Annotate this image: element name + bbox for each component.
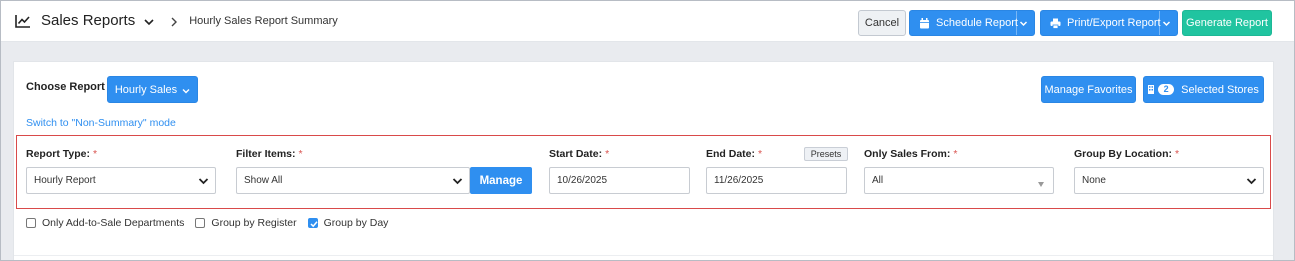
switch-mode-link[interactable]: Switch to "Non-Summary" mode (26, 117, 176, 129)
required-mark: * (298, 148, 303, 160)
group-by-location-label: Group By Location: * (1074, 148, 1180, 160)
page-title[interactable]: Sales Reports (41, 12, 135, 29)
chevron-down-icon[interactable] (143, 15, 155, 27)
start-date-label: Start Date: * (549, 148, 610, 160)
checkbox[interactable] (26, 218, 36, 228)
choose-report-label: Choose Report (26, 81, 105, 93)
required-mark: * (1175, 148, 1180, 160)
required-mark: * (605, 148, 610, 160)
split-divider (1016, 11, 1017, 35)
option-label: Group by Day (323, 217, 389, 229)
report-options: Only Add-to-Sale Departments Group by Re… (26, 217, 399, 229)
filter-items-value: Show All (244, 175, 283, 186)
top-header: Sales Reports Hourly Sales Report Summar… (1, 1, 1294, 42)
option-label: Only Add-to-Sale Departments (42, 217, 185, 229)
report-type-label: Report Type: * (26, 148, 98, 160)
checkbox-checked[interactable] (307, 218, 318, 228)
schedule-report-button[interactable]: Schedule Report (909, 10, 1035, 36)
chevron-down-icon[interactable] (1019, 19, 1028, 28)
option-group-by-day[interactable]: Group by Day (307, 217, 389, 229)
schedule-report-label: Schedule Report (936, 17, 1018, 29)
only-sales-from-label: Only Sales From: * (864, 148, 958, 160)
only-sales-from-select[interactable]: All (864, 167, 1054, 194)
breadcrumb: Hourly Sales Report Summary (189, 14, 338, 27)
required-mark: * (953, 148, 958, 160)
report-type-value: Hourly Report (34, 175, 96, 186)
manage-filter-button[interactable]: Manage (470, 167, 532, 194)
line-chart-icon (15, 14, 31, 28)
triangle-down-icon (1038, 179, 1044, 187)
report-selector-label: Hourly Sales (114, 83, 178, 96)
chevron-down-icon (198, 176, 209, 186)
group-by-location-select[interactable]: None (1074, 167, 1264, 194)
chevron-down-icon (1246, 176, 1257, 186)
report-settings-card: Choose Report Hourly Sales Switch to "No… (13, 61, 1274, 261)
store-icon (1148, 85, 1155, 94)
end-date-value: 11/26/2025 (714, 175, 764, 186)
print-export-button[interactable]: Print/Export Report (1040, 10, 1178, 36)
group-by-location-value: None (1082, 175, 1106, 186)
chevron-down-icon (182, 86, 190, 94)
manage-favorites-button[interactable]: Manage Favorites (1041, 76, 1136, 103)
calendar-icon (919, 17, 930, 29)
start-date-input[interactable]: 10/26/2025 (549, 167, 690, 194)
print-export-label: Print/Export Report (1067, 17, 1161, 29)
option-label: Group by Register (211, 217, 297, 229)
header-title-group: Sales Reports Hourly Sales Report Summar… (15, 12, 338, 29)
check-icon (310, 221, 318, 228)
option-group-by-register[interactable]: Group by Register (195, 217, 297, 229)
end-date-label: End Date: * (706, 148, 763, 160)
split-divider (1159, 11, 1160, 35)
chevron-down-icon[interactable] (1162, 19, 1171, 28)
only-sales-from-value: All (872, 175, 884, 186)
cancel-button[interactable]: Cancel (858, 10, 906, 36)
filter-items-select[interactable]: Show All (236, 167, 470, 194)
filter-items-label: Filter Items: * (236, 148, 303, 160)
generate-report-button[interactable]: Generate Report (1182, 10, 1272, 36)
date-presets-button[interactable]: Presets (804, 147, 848, 161)
option-add-to-sale-departments[interactable]: Only Add-to-Sale Departments (26, 217, 184, 229)
required-mark: * (92, 148, 98, 160)
chevron-down-icon (452, 176, 463, 186)
start-date-value: 10/26/2025 (557, 175, 608, 186)
chevron-right-icon (169, 15, 179, 27)
checkbox[interactable] (195, 218, 206, 228)
filters-panel: Report Type: * Hourly Report Filter Items… (16, 135, 1271, 209)
end-date-input[interactable]: 11/26/2025 (706, 167, 847, 194)
printer-icon (1050, 18, 1061, 29)
card-divider (14, 255, 1273, 256)
report-selector-button[interactable]: Hourly Sales (107, 76, 198, 103)
selected-stores-label: Selected Stores (1181, 83, 1259, 96)
required-mark: * (758, 148, 763, 160)
selected-stores-button[interactable]: 2 Selected Stores (1143, 76, 1264, 103)
selected-stores-count-badge: 2 (1158, 84, 1175, 95)
report-type-select[interactable]: Hourly Report (26, 167, 216, 194)
